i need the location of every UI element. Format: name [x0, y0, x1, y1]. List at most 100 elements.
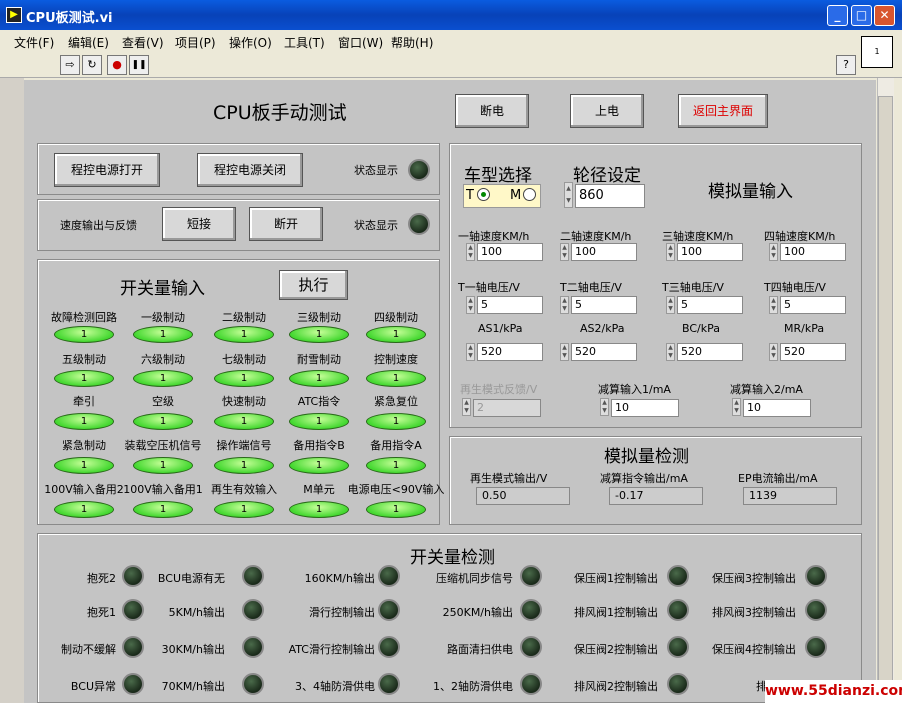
analog-input-field[interactable]: 100 [477, 243, 543, 261]
switch-input-led[interactable]: 1 [289, 370, 349, 387]
analog-input-field[interactable]: 520 [780, 343, 846, 361]
analog-input-label: T二轴电压/V [560, 281, 622, 294]
switch-input-led[interactable]: 1 [133, 326, 193, 343]
switch-input-led[interactable]: 1 [133, 457, 193, 474]
analog-input-field[interactable]: 5 [677, 296, 743, 314]
radio-t[interactable] [477, 188, 490, 201]
analog-input-field[interactable]: 520 [477, 343, 543, 361]
analog-input-spinner[interactable]: ▲ ▼ [560, 343, 569, 361]
menu-project[interactable]: 项目(P) [175, 34, 216, 51]
switch-detect-label: 保压阀1控制输出 [574, 572, 658, 585]
analog-detect-title: 模拟量检测 [604, 447, 689, 467]
analog-input-field[interactable]: 5 [477, 296, 543, 314]
switch-input-led[interactable]: 1 [214, 413, 274, 430]
speed-short-button[interactable]: 短接 [162, 207, 236, 241]
analog-input-spinner[interactable]: ▲ ▼ [666, 243, 675, 261]
switch-detect-label: 保压阀4控制输出 [712, 643, 796, 656]
sub1-label: 减算输入1/mA [598, 383, 671, 396]
close-button[interactable]: ✕ [874, 5, 895, 26]
switch-input-led[interactable]: 1 [133, 501, 193, 518]
analog-input-spinner[interactable]: ▲ ▼ [560, 243, 569, 261]
switch-input-led[interactable]: 1 [214, 501, 274, 518]
switch-input-led[interactable]: 1 [366, 413, 426, 430]
switch-input-led[interactable]: 1 [214, 326, 274, 343]
analog-input-label: 二轴速度KM/h [560, 230, 632, 243]
sub2-spinner[interactable]: ▲ ▼ [732, 398, 741, 416]
analog-detect-indicator: 1139 [743, 487, 837, 505]
speed-status-led [408, 213, 430, 235]
analog-input-spinner[interactable]: ▲ ▼ [666, 296, 675, 314]
analog-input-spinner[interactable]: ▲ ▼ [560, 296, 569, 314]
analog-input-field[interactable]: 5 [780, 296, 846, 314]
analog-input-spinner[interactable]: ▲ ▼ [769, 296, 778, 314]
menu-view[interactable]: 查看(V) [122, 34, 164, 51]
radio-m[interactable] [523, 188, 536, 201]
power-on-button[interactable]: 上电 [570, 94, 644, 128]
analog-input-field[interactable]: 100 [677, 243, 743, 261]
switch-detect-led [378, 565, 400, 587]
power-off-button[interactable]: 断电 [455, 94, 529, 128]
speed-open-button[interactable]: 断开 [249, 207, 323, 241]
switch-input-led[interactable]: 1 [366, 326, 426, 343]
switch-input-led[interactable]: 1 [54, 457, 114, 474]
sub2-input[interactable]: 10 [743, 399, 811, 417]
switch-input-led[interactable]: 1 [289, 413, 349, 430]
analog-input-spinner[interactable]: ▲ ▼ [666, 343, 675, 361]
sub1-input[interactable]: 10 [611, 399, 679, 417]
return-main-button[interactable]: 返回主界面 [678, 94, 768, 128]
help-icon[interactable]: ? [836, 55, 856, 75]
switch-input-led[interactable]: 1 [54, 326, 114, 343]
switch-detect-led [378, 636, 400, 658]
maximize-button[interactable]: □ [851, 5, 872, 26]
abort-icon[interactable]: ● [107, 55, 127, 75]
switch-detect-label: 250KM/h输出 [442, 606, 513, 619]
pause-icon[interactable]: ❚❚ [129, 55, 149, 75]
analog-input-title: 模拟量输入 [708, 182, 793, 202]
switch-input-led[interactable]: 1 [366, 501, 426, 518]
scroll-thumb[interactable] [878, 96, 893, 701]
power-open-button[interactable]: 程控电源打开 [54, 153, 160, 187]
sub1-spinner[interactable]: ▲ ▼ [600, 398, 609, 416]
menu-file[interactable]: 文件(F) [14, 34, 54, 51]
switch-input-led[interactable]: 1 [133, 370, 193, 387]
analog-input-spinner[interactable]: ▲ ▼ [466, 343, 475, 361]
switch-input-led[interactable]: 1 [133, 413, 193, 430]
switch-input-led[interactable]: 1 [289, 326, 349, 343]
minimize-button[interactable]: _ [827, 5, 848, 26]
analog-input-spinner[interactable]: ▲ ▼ [466, 296, 475, 314]
switch-detect-label: 70KM/h输出 [161, 680, 225, 693]
execute-button[interactable]: 执行 [279, 270, 348, 300]
analog-input-field[interactable]: 5 [571, 296, 637, 314]
switch-input-led[interactable]: 1 [54, 370, 114, 387]
menu-tools[interactable]: 工具(T) [284, 34, 325, 51]
run-continuously-icon[interactable]: ↻ [82, 55, 102, 75]
analog-input-label: 三轴速度KM/h [662, 230, 734, 243]
switch-input-label: 四级制动 [374, 311, 418, 324]
switch-input-label: 备用指令A [370, 439, 422, 452]
wheel-spinner[interactable]: ▲ ▼ [564, 182, 573, 208]
analog-input-spinner[interactable]: ▲ ▼ [466, 243, 475, 261]
switch-input-label: 装载空压机信号 [124, 439, 202, 452]
switch-input-led[interactable]: 1 [289, 457, 349, 474]
analog-input-spinner[interactable]: ▲ ▼ [769, 243, 778, 261]
analog-input-field[interactable]: 520 [677, 343, 743, 361]
analog-input-field[interactable]: 520 [571, 343, 637, 361]
wheel-input[interactable]: 860 [575, 184, 645, 208]
switch-input-led[interactable]: 1 [214, 457, 274, 474]
switch-input-led[interactable]: 1 [214, 370, 274, 387]
analog-detect-indicator: 0.50 [476, 487, 570, 505]
menu-edit[interactable]: 编辑(E) [68, 34, 109, 51]
menu-window[interactable]: 窗口(W) [338, 34, 383, 51]
switch-input-led[interactable]: 1 [289, 501, 349, 518]
analog-input-field[interactable]: 100 [780, 243, 846, 261]
analog-input-spinner[interactable]: ▲ ▼ [769, 343, 778, 361]
run-icon[interactable]: ⇨ [60, 55, 80, 75]
menu-help[interactable]: 帮助(H) [391, 34, 433, 51]
switch-input-led[interactable]: 1 [54, 501, 114, 518]
analog-input-field[interactable]: 100 [571, 243, 637, 261]
menu-operate[interactable]: 操作(O) [229, 34, 272, 51]
power-close-button[interactable]: 程控电源关闭 [197, 153, 303, 187]
switch-input-led[interactable]: 1 [54, 413, 114, 430]
switch-input-led[interactable]: 1 [366, 457, 426, 474]
switch-input-led[interactable]: 1 [366, 370, 426, 387]
